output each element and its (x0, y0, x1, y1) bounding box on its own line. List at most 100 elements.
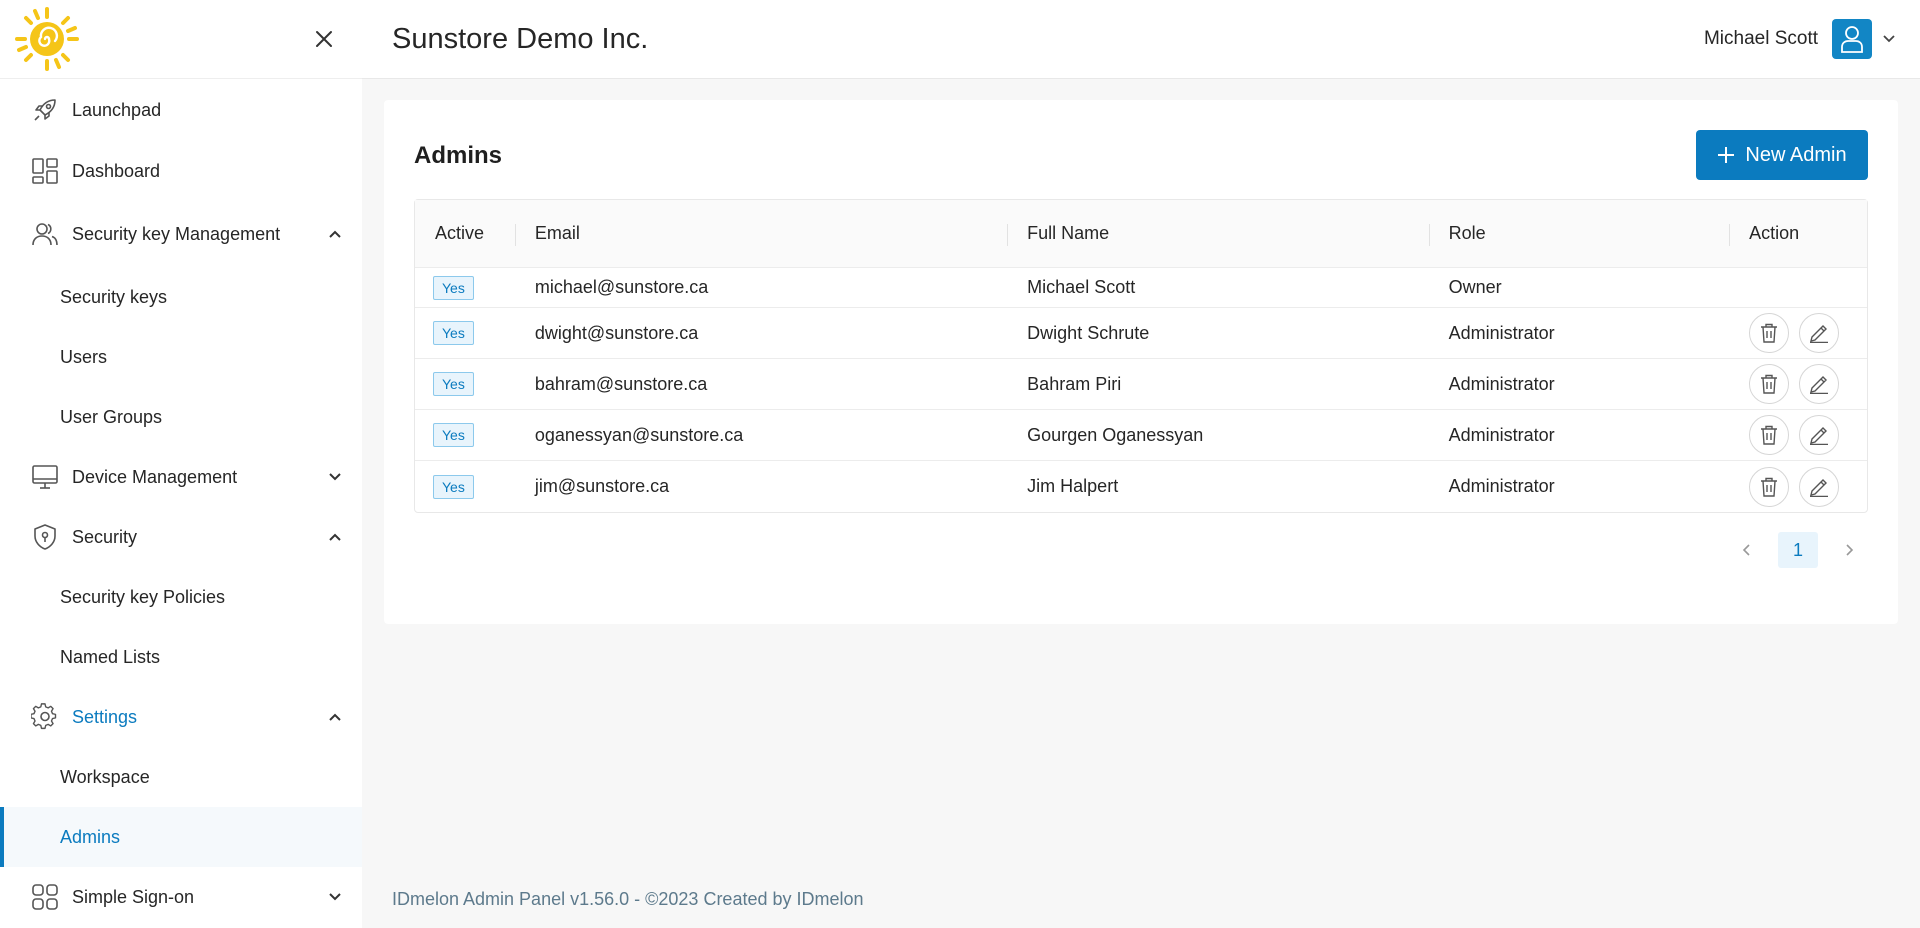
users-icon (30, 219, 60, 249)
sidebar-item-users[interactable]: Users (0, 327, 362, 387)
cell-email: dwight@sunstore.ca (534, 322, 699, 343)
delete-button[interactable] (1749, 364, 1790, 404)
chevron-right-icon (1846, 544, 1854, 556)
pagination: 1 (1728, 532, 1868, 568)
trash-icon (1761, 323, 1778, 343)
sidebar-item-security-key-management[interactable]: Security key Management (0, 201, 362, 267)
new-admin-label: New Admin (1745, 143, 1847, 166)
cell-role: Administrator (1448, 373, 1555, 394)
sidebar-item-named-lists[interactable]: Named Lists (0, 627, 362, 687)
sidebar-item-security-key-policies[interactable]: Security key Policies (0, 567, 362, 627)
sidebar-item-label: Launchpad (72, 99, 162, 120)
sidebar-item-dashboard[interactable]: Dashboard (0, 141, 362, 201)
user-menu[interactable]: Michael Scott (1704, 19, 1896, 59)
user-name: Michael Scott (1703, 28, 1818, 49)
sidebar-item-device-management[interactable]: Device Management (0, 447, 362, 507)
new-admin-button[interactable]: New Admin (1696, 130, 1868, 180)
edit-button[interactable] (1799, 313, 1840, 353)
admins-card: Admins New Admin Active Email Full Name … (384, 100, 1898, 624)
admins-table: Active Email Full Name Role Action Yes m… (414, 199, 1868, 513)
sidebar-item-user-groups[interactable]: User Groups (0, 387, 362, 447)
cell-role: Administrator (1448, 322, 1555, 343)
cell-email: oganessyan@sunstore.ca (534, 424, 744, 445)
company-name: Sunstore Demo Inc. (392, 22, 649, 55)
plus-icon (1717, 146, 1735, 164)
chevron-left-icon (1742, 544, 1750, 556)
sidebar-item-workspace[interactable]: Workspace (0, 747, 362, 807)
sidebar-item-label: Security key Management (72, 223, 281, 244)
close-sidebar-button[interactable] (310, 25, 338, 53)
sidebar-item-settings[interactable]: Settings (0, 687, 362, 747)
gear-icon (30, 702, 60, 732)
sidebar-item-security[interactable]: Security (0, 507, 362, 567)
column-header-action: Action (1729, 200, 1867, 267)
delete-button[interactable] (1749, 415, 1790, 455)
cell-full-name: Bahram Piri (1027, 373, 1122, 394)
pencil-icon (1810, 478, 1829, 497)
sidebar-item-label: Dashboard (72, 160, 161, 181)
cell-action (1729, 461, 1867, 512)
footer-text: IDmelon Admin Panel v1.56.0 - ©2023 Crea… (392, 889, 864, 909)
delete-button[interactable] (1749, 313, 1790, 353)
page-number[interactable]: 1 (1778, 532, 1818, 568)
status-badge: Yes (433, 321, 474, 345)
edit-button[interactable] (1799, 415, 1840, 455)
status-badge: Yes (433, 423, 474, 447)
cell-action (1729, 410, 1867, 460)
apps-icon (30, 882, 60, 912)
sidebar-item-security-keys[interactable]: Security keys (0, 267, 362, 327)
sidebar: Launchpad Dashboard Security key Managem… (0, 0, 362, 928)
cell-full-name: Gourgen Oganessyan (1027, 424, 1204, 445)
cell-action (1729, 268, 1867, 307)
next-page-button[interactable] (1832, 532, 1868, 568)
close-icon (316, 31, 332, 47)
sidebar-nav: Launchpad Dashboard Security key Managem… (0, 79, 362, 927)
sidebar-item-launchpad[interactable]: Launchpad (0, 79, 362, 141)
cell-full-name: Michael Scott (1027, 277, 1136, 297)
table-row: Yes jim@sunstore.ca Jim Halpert Administ… (415, 461, 1867, 512)
delete-button[interactable] (1749, 466, 1790, 507)
edit-button[interactable] (1799, 364, 1840, 404)
sun-logo (15, 7, 79, 71)
cell-full-name: Jim Halpert (1027, 476, 1119, 496)
cell-role: Administrator (1448, 424, 1555, 445)
table-row: Yes bahram@sunstore.ca Bahram Piri Admin… (415, 359, 1867, 410)
trash-icon (1761, 477, 1778, 497)
prev-page-button[interactable] (1728, 532, 1764, 568)
dashboard-icon (30, 156, 60, 186)
chevron-down-icon (328, 470, 342, 484)
top-header: Sunstore Demo Inc. Michael Scott (362, 0, 1920, 79)
rocket-icon (30, 95, 60, 125)
table-header: Active Email Full Name Role Action (415, 200, 1867, 268)
pencil-icon (1810, 427, 1829, 445)
chevron-up-icon (328, 710, 342, 724)
chevron-up-icon (328, 227, 342, 241)
table-row: Yes dwight@sunstore.ca Dwight Schrute Ad… (415, 308, 1867, 359)
chevron-down-icon (1883, 35, 1895, 43)
sidebar-item-label: Settings (72, 706, 138, 727)
cell-email: jim@sunstore.ca (534, 476, 670, 496)
monitor-icon (30, 462, 60, 492)
column-header-active: Active (435, 223, 485, 243)
column-header-full-name: Full Name (1007, 200, 1428, 267)
sidebar-item-simple-sign-on[interactable]: Simple Sign-on (0, 867, 362, 927)
shield-icon (30, 522, 60, 552)
table-row: Yes oganessyan@sunstore.ca Gourgen Ogane… (415, 410, 1867, 461)
sidebar-item-label: Simple Sign-on (72, 886, 195, 907)
column-header-role: Role (1428, 200, 1730, 267)
cell-role: Administrator (1448, 476, 1555, 496)
trash-icon (1761, 425, 1778, 445)
status-badge: Yes (433, 372, 474, 396)
sidebar-item-label: Device Management (72, 466, 238, 487)
sidebar-item-admins[interactable]: Admins (0, 807, 362, 867)
edit-button[interactable] (1799, 466, 1840, 507)
user-icon (1841, 26, 1863, 53)
status-badge: Yes (433, 474, 474, 499)
cell-email: bahram@sunstore.ca (534, 373, 708, 394)
chevron-up-icon (328, 530, 342, 544)
trash-icon (1761, 374, 1778, 394)
cell-action (1729, 359, 1867, 409)
pencil-icon (1810, 376, 1829, 394)
pencil-icon (1810, 325, 1829, 343)
chevron-down-icon (328, 890, 342, 904)
